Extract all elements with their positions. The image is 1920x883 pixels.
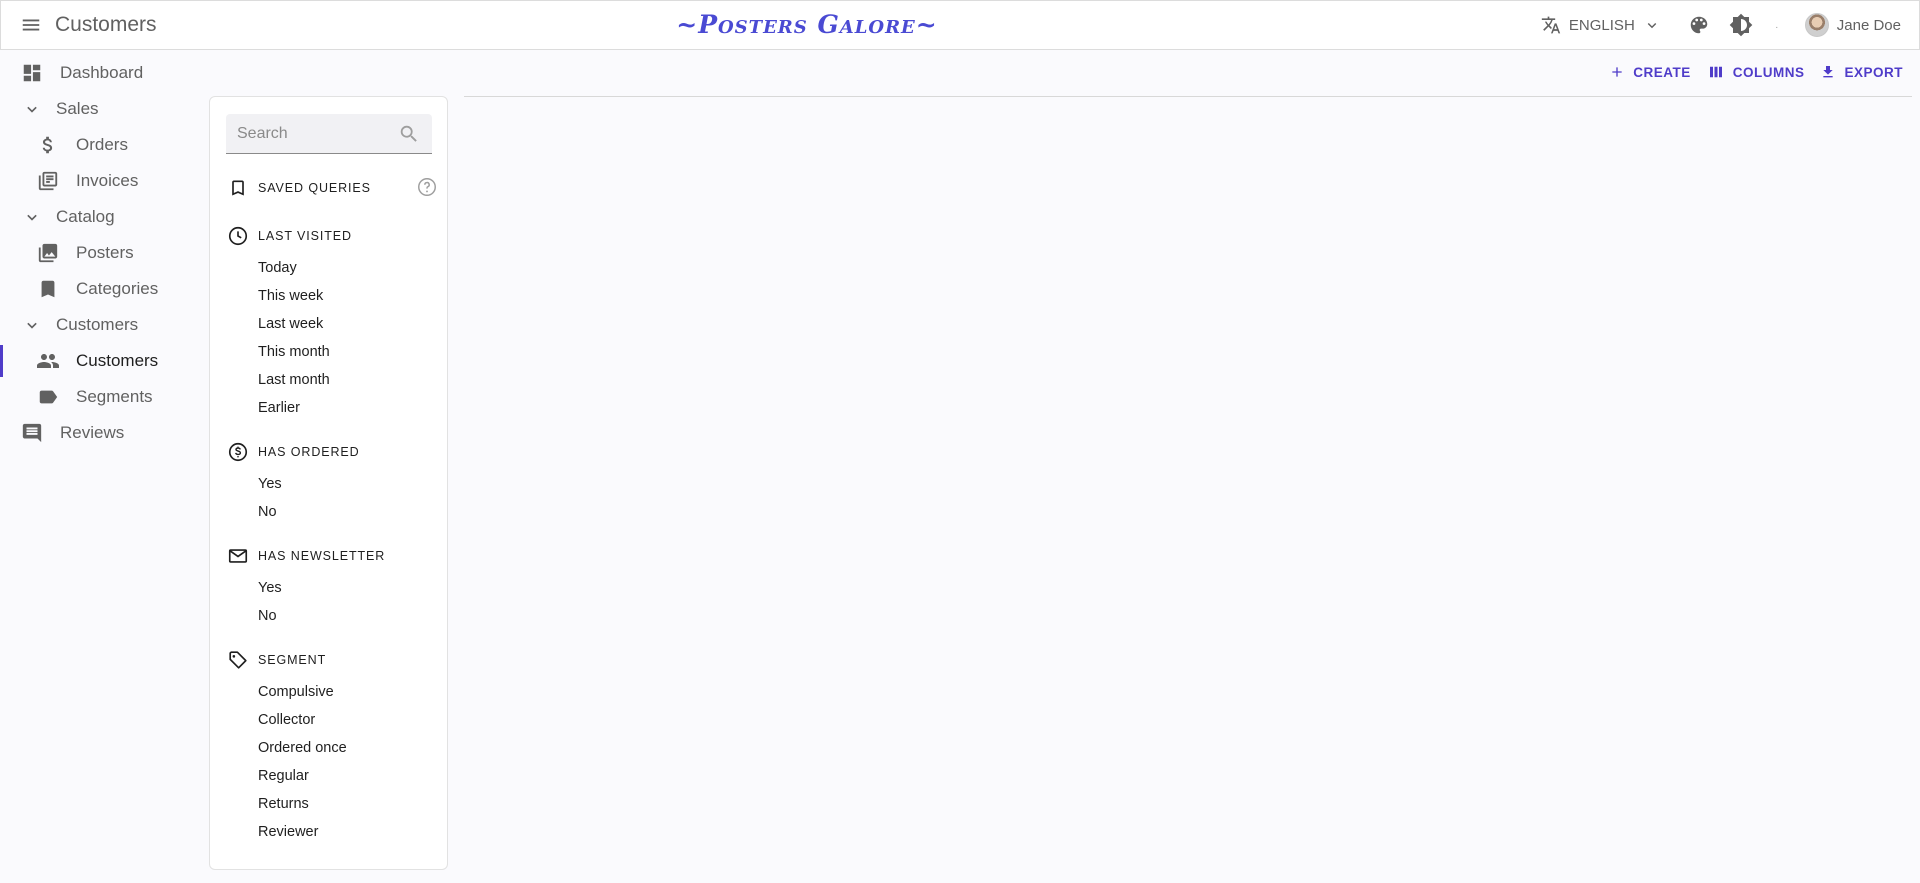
filter-item-collector[interactable]: Collector	[226, 706, 436, 734]
sidebar-item-segments[interactable]: Segments	[0, 379, 205, 415]
sidebar: Dashboard Sales Orders Invoices Catalog …	[0, 55, 205, 451]
chevron-down-icon	[20, 313, 44, 337]
export-button[interactable]: EXPORT	[1820, 64, 1903, 80]
sidebar-group-label: Customers	[56, 315, 139, 334]
monetization-icon	[226, 440, 250, 464]
search-input[interactable]	[237, 124, 397, 143]
filter-item-last-week[interactable]: Last week	[226, 310, 436, 338]
tag-icon	[226, 648, 250, 672]
sidebar-item-label: Dashboard	[60, 63, 144, 82]
filter-item-ordered-yes[interactable]: Yes	[226, 470, 436, 498]
create-label: CREATE	[1633, 64, 1691, 80]
label-icon	[36, 385, 60, 409]
theme-palette-button[interactable]	[1681, 7, 1717, 43]
clock-icon	[226, 224, 250, 248]
filter-item-newsletter-yes[interactable]: Yes	[226, 574, 436, 602]
sidebar-item-label: Customers	[76, 351, 159, 370]
content-divider	[464, 96, 1912, 97]
dashboard-icon	[20, 61, 44, 85]
saved-queries-section: SAVED QUERIES	[226, 176, 436, 200]
app-bar: Customers ~Posters Galore~ ENGLISH . Jan…	[0, 0, 1920, 50]
brightness-icon	[1729, 13, 1753, 37]
download-icon	[1823, 66, 1834, 78]
sidebar-item-label: Segments	[76, 387, 153, 406]
sidebar-item-customers[interactable]: Customers	[0, 343, 205, 379]
export-label: EXPORT	[1844, 64, 1903, 80]
chevron-down-icon	[20, 205, 44, 229]
palette-icon	[1690, 16, 1708, 34]
saved-queries-title: SAVED QUERIES	[258, 181, 371, 195]
view-column-icon	[1709, 66, 1722, 78]
sidebar-item-categories[interactable]: Categories	[0, 271, 205, 307]
filter-item-this-month[interactable]: This month	[226, 338, 436, 366]
collections-icon	[36, 241, 60, 265]
bookmark-border-icon	[226, 176, 250, 200]
sidebar-group-label: Catalog	[56, 207, 115, 226]
language-selector[interactable]: ENGLISH	[1541, 15, 1661, 35]
filter-item-returns[interactable]: Returns	[226, 790, 436, 818]
sidebar-item-reviews[interactable]: Reviews	[0, 415, 205, 451]
people-icon	[36, 349, 60, 373]
sidebar-group-customers[interactable]: Customers	[0, 307, 205, 343]
sidebar-item-label: Invoices	[76, 171, 139, 190]
columns-button[interactable]: COLUMNS	[1707, 63, 1805, 81]
search-icon	[398, 123, 420, 150]
sidebar-group-sales[interactable]: Sales	[0, 91, 205, 127]
segment-title: SEGMENT	[258, 653, 327, 667]
brand-logo: ~Posters Galore~	[676, 10, 938, 39]
toggle-theme-button[interactable]	[1723, 7, 1759, 43]
user-avatar	[1804, 13, 1829, 37]
last-visited-section: LAST VISITED Today This week Last week T…	[226, 224, 436, 422]
filter-item-this-week[interactable]: This week	[226, 282, 436, 310]
sidebar-item-dashboard[interactable]: Dashboard	[0, 55, 205, 91]
sidebar-item-posters[interactable]: Posters	[0, 235, 205, 271]
sidebar-item-invoices[interactable]: Invoices	[0, 163, 205, 199]
loading-indicator: .	[1775, 19, 1779, 31]
translate-icon	[1541, 16, 1561, 34]
bookmark-icon	[36, 277, 60, 301]
has-ordered-section: HAS ORDERED Yes No	[226, 440, 436, 526]
mail-icon	[226, 544, 250, 568]
sidebar-item-label: Posters	[76, 243, 134, 262]
filter-item-last-month[interactable]: Last month	[226, 366, 436, 394]
filter-item-regular[interactable]: Regular	[226, 762, 436, 790]
filter-item-earlier[interactable]: Earlier	[226, 394, 436, 422]
has-newsletter-section: HAS NEWSLETTER Yes No	[226, 544, 436, 630]
add-icon	[1612, 67, 1622, 77]
language-label: ENGLISH	[1568, 16, 1635, 34]
filter-item-ordered-no[interactable]: No	[226, 498, 436, 526]
sidebar-group-label: Sales	[56, 99, 99, 118]
list-toolbar: CREATE COLUMNS EXPORT	[1609, 63, 1903, 81]
has-newsletter-title: HAS NEWSLETTER	[258, 549, 386, 563]
has-ordered-title: HAS ORDERED	[258, 445, 360, 459]
chevron-down-icon	[20, 97, 44, 121]
filter-item-compulsive[interactable]: Compulsive	[226, 678, 436, 706]
segment-section: SEGMENT Compulsive Collector Ordered onc…	[226, 648, 436, 846]
last-visited-title: LAST VISITED	[258, 229, 352, 243]
sidebar-item-label: Categories	[76, 279, 159, 298]
search-field[interactable]	[226, 114, 432, 154]
sidebar-item-orders[interactable]: Orders	[0, 127, 205, 163]
filter-sidebar: SAVED QUERIES LAST VISITED Today This we…	[209, 96, 448, 870]
sidebar-item-label: Reviews	[60, 423, 125, 442]
filter-item-today[interactable]: Today	[226, 254, 436, 282]
sidebar-item-label: Orders	[76, 135, 128, 154]
library-books-icon	[36, 169, 60, 193]
filter-item-ordered-once[interactable]: Ordered once	[226, 734, 436, 762]
columns-label: COLUMNS	[1732, 64, 1805, 80]
user-menu[interactable]: Jane Doe	[1804, 13, 1901, 37]
create-button[interactable]: CREATE	[1609, 64, 1691, 80]
sidebar-group-catalog[interactable]: Catalog	[0, 199, 205, 235]
user-name: Jane Doe	[1836, 16, 1901, 34]
dollar-icon	[36, 133, 60, 157]
help-icon[interactable]	[416, 176, 438, 201]
comment-icon	[20, 421, 44, 445]
filter-item-reviewer[interactable]: Reviewer	[226, 818, 436, 846]
chevron-down-icon	[1647, 22, 1657, 29]
filter-item-newsletter-no[interactable]: No	[226, 602, 436, 630]
